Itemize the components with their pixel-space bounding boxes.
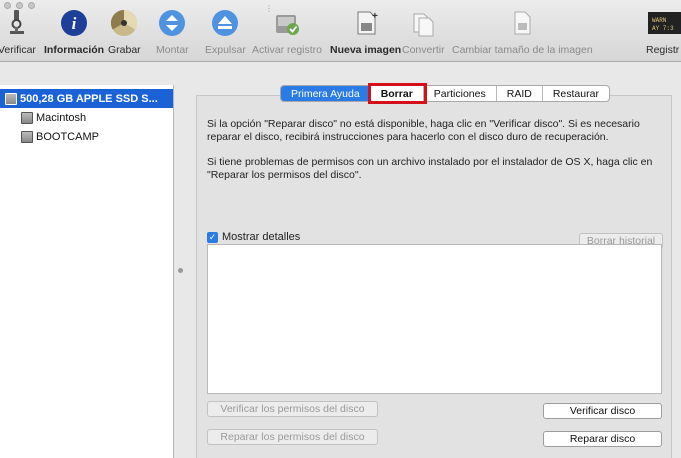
mount-toolbar-button[interactable]: Montar [156, 8, 189, 58]
toolbar-label: Verificar [0, 44, 36, 56]
convert-toolbar-button[interactable]: Convertir [402, 8, 445, 58]
main-pane: Si la opción "Reparar disco" no está dis… [190, 83, 681, 458]
eject-toolbar-button[interactable]: Expulsar [205, 8, 246, 58]
volume-icon [21, 130, 33, 143]
sidebar-item-label: 500,28 GB APPLE SSD S... [20, 92, 158, 105]
convert-icon [408, 8, 438, 38]
info-icon: i [59, 8, 89, 38]
toolbar-label: Expulsar [205, 44, 246, 56]
log-icon [272, 8, 302, 38]
repair-permissions-button[interactable]: Reparar los permisos del disco [207, 429, 378, 445]
svg-text:WARN: WARN [652, 17, 667, 24]
log-toolbar-button[interactable]: WARN AY 7:3 Registr [646, 8, 681, 58]
toolbar-label: Convertir [402, 44, 445, 56]
first-aid-instructions: Si la opción "Reparar disco" no está dis… [207, 118, 640, 143]
burn-icon [109, 8, 139, 38]
new-image-icon: + [351, 8, 381, 38]
enable-journaling-toolbar-button[interactable]: Activar registro [252, 8, 322, 58]
hard-disk-icon [5, 92, 17, 105]
console-icon: WARN AY 7:3 [646, 8, 681, 38]
sidebar-item-label: BOOTCAMP [36, 130, 99, 143]
tab-raid[interactable]: RAID [497, 86, 543, 101]
verify-toolbar-button[interactable]: Verificar [0, 8, 36, 58]
permissions-instructions: Si tiene problemas de permisos con un ar… [207, 156, 653, 181]
microscope-icon [2, 8, 32, 38]
toolbar-label: Montar [156, 44, 189, 56]
burn-toolbar-button[interactable]: Grabar [108, 8, 141, 58]
volume-icon [21, 111, 33, 124]
resize-image-icon [507, 8, 537, 38]
svg-text:AY 7:3: AY 7:3 [652, 25, 674, 32]
toolbar: Verificar i Información Grabar Montar Ex… [0, 0, 681, 62]
mount-icon [157, 8, 187, 38]
verify-disk-button[interactable]: Verificar disco [543, 403, 662, 419]
svg-text:+: + [372, 11, 378, 22]
tab-erase[interactable]: Borrar [367, 83, 427, 104]
tab-restore[interactable]: Restaurar [543, 86, 609, 101]
tab-first-aid[interactable]: Primera Ayuda [281, 86, 371, 101]
resize-image-toolbar-button[interactable]: Cambiar tamaño de la imagen [452, 8, 593, 58]
tab-bar: Primera Ayuda Borrar Particiones RAID Re… [280, 83, 610, 104]
sidebar-item-apple-ssd[interactable]: 500,28 GB APPLE SSD S... [0, 89, 173, 108]
tab-partition[interactable]: Particiones [424, 86, 497, 101]
toolbar-label: Activar registro [252, 44, 323, 56]
toolbar-label: Grabar [108, 44, 141, 56]
sidebar-item-bootcamp[interactable]: BOOTCAMP [0, 127, 173, 146]
new-image-toolbar-button[interactable]: + Nueva imagen [330, 8, 401, 58]
first-aid-panel: Si la opción "Reparar disco" no está dis… [196, 95, 672, 458]
info-toolbar-button[interactable]: i Información [44, 8, 104, 58]
show-details-checkbox[interactable]: ✓ Mostrar detalles [207, 231, 300, 243]
show-details-label: Mostrar detalles [222, 231, 301, 243]
splitter-handle[interactable] [178, 268, 183, 273]
sidebar-item-macintosh[interactable]: Macintosh [0, 108, 173, 127]
disk-sidebar: 500,28 GB APPLE SSD S... Macintosh BOOTC… [0, 85, 174, 458]
toolbar-label: Nueva imagen [330, 44, 402, 56]
details-log-area[interactable] [207, 244, 662, 394]
toolbar-label: Registr [646, 44, 680, 56]
verify-permissions-button[interactable]: Verificar los permisos del disco [207, 401, 378, 417]
toolbar-label: Cambiar tamaño de la imagen [452, 44, 593, 56]
repair-disk-button[interactable]: Reparar disco [543, 431, 662, 447]
svg-text:i: i [72, 14, 77, 33]
eject-icon [210, 8, 240, 38]
sidebar-item-label: Macintosh [36, 111, 87, 124]
toolbar-label: Información [44, 44, 105, 56]
checkmark-icon: ✓ [207, 231, 218, 243]
